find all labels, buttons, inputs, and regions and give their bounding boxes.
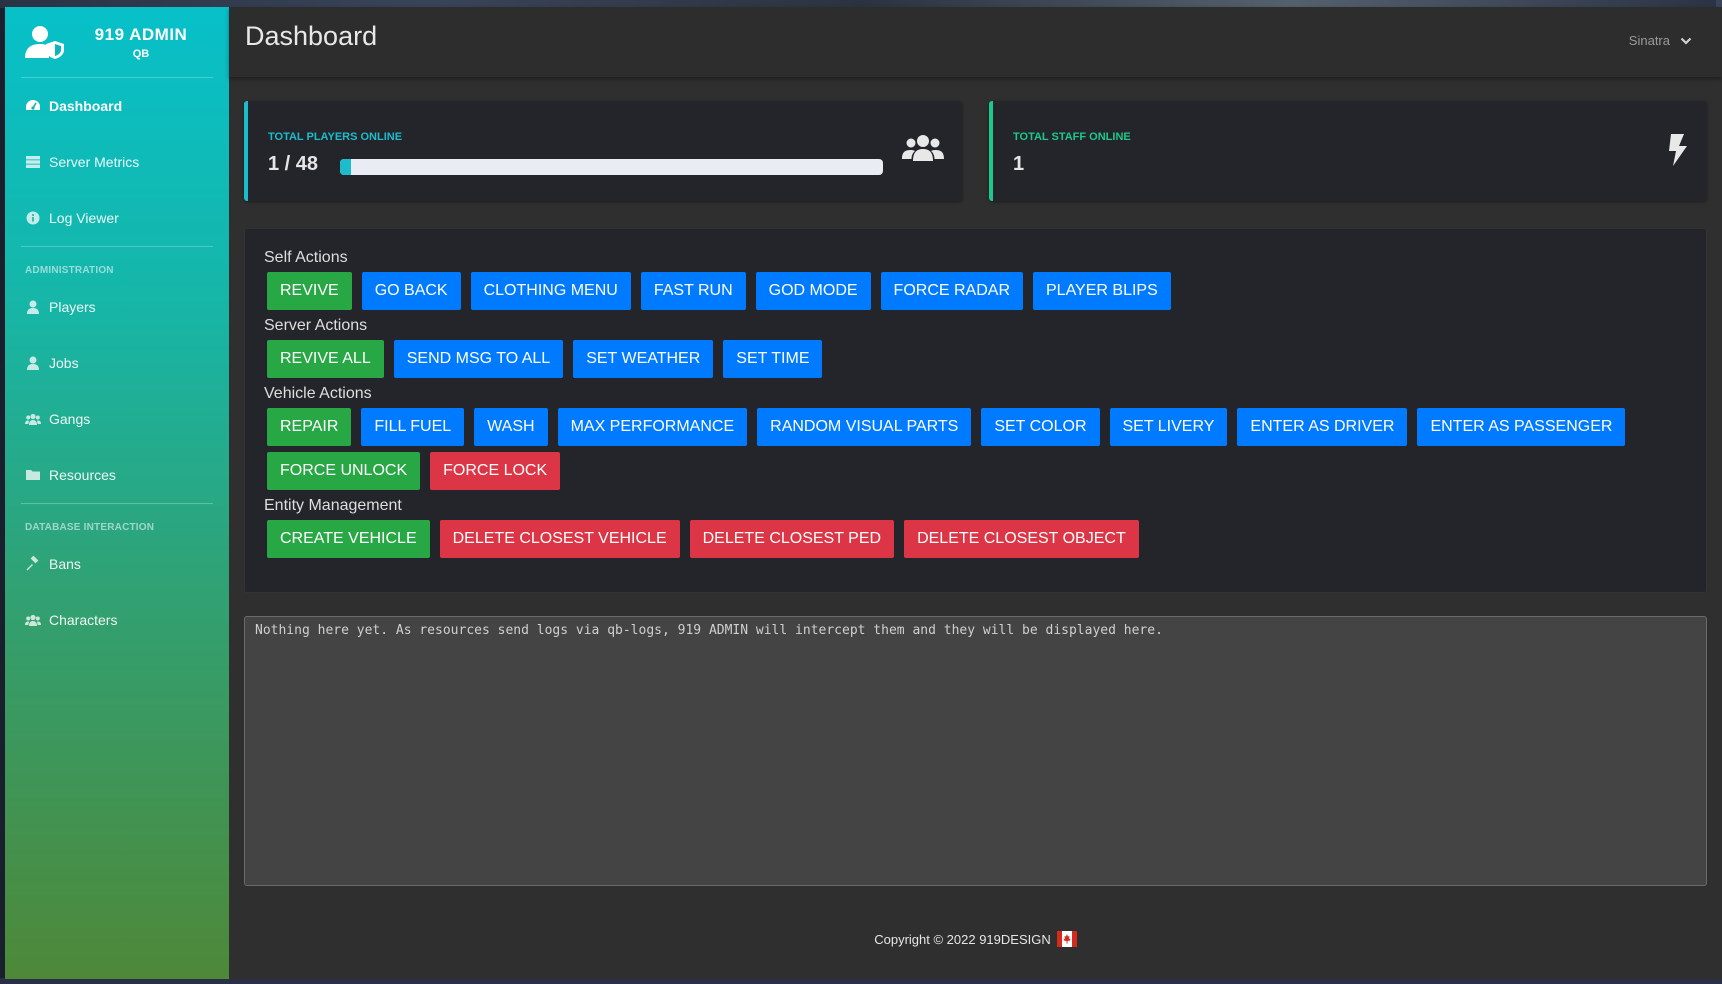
brand[interactable]: 919 ADMIN QB <box>21 7 213 78</box>
sidebar-item-server-metrics[interactable]: Server Metrics <box>21 134 213 190</box>
staff-online-card: TOTAL STAFF ONLINE 1 <box>989 101 1707 201</box>
max-performance-button[interactable]: MAX PERFORMANCE <box>557 408 748 446</box>
sidebar-item-characters[interactable]: Characters <box>21 592 213 648</box>
sidebar-item-bans[interactable]: Bans <box>21 536 213 592</box>
server-actions-title: Server Actions <box>264 317 368 334</box>
users-icon <box>902 135 944 161</box>
random-visual-parts-button[interactable]: RANDOM VISUAL PARTS <box>757 408 972 446</box>
sidebar-item-label: Jobs <box>49 355 79 371</box>
force-lock-button[interactable]: FORCE LOCK <box>430 452 561 490</box>
server-actions-row: REVIVE ALL SEND MSG TO ALL SET WEATHER S… <box>267 340 832 378</box>
player-blips-button[interactable]: PLAYER BLIPS <box>1033 272 1171 310</box>
log-output[interactable]: Nothing here yet. As resources send logs… <box>244 616 1707 886</box>
delete-closest-object-button[interactable]: DELETE CLOSEST OBJECT <box>904 520 1139 558</box>
bolt-icon <box>1669 134 1687 166</box>
sidebar-item-label: Server Metrics <box>49 154 140 170</box>
enter-as-passenger-button[interactable]: ENTER AS PASSENGER <box>1417 408 1626 446</box>
sidebar-item-gangs[interactable]: Gangs <box>21 391 213 447</box>
sidebar-item-label: Dashboard <box>49 98 123 114</box>
self-actions-row: REVIVE GO BACK CLOTHING MENU FAST RUN GO… <box>267 272 1181 310</box>
players-progress <box>340 159 883 175</box>
revive-all-button[interactable]: REVIVE ALL <box>267 340 384 378</box>
sidebar-item-label: Characters <box>49 612 118 628</box>
entity-management-row: CREATE VEHICLE DELETE CLOSEST VEHICLE DE… <box>267 520 1149 558</box>
enter-as-driver-button[interactable]: ENTER AS DRIVER <box>1237 408 1408 446</box>
footer: Copyright © 2022 919DESIGN <box>244 931 1707 947</box>
users-icon <box>25 411 41 427</box>
players-online-card: TOTAL PLAYERS ONLINE 1 / 48 <box>244 101 962 201</box>
players-online-label: TOTAL PLAYERS ONLINE <box>268 131 403 143</box>
set-color-button[interactable]: SET COLOR <box>981 408 1100 446</box>
fast-run-button[interactable]: FAST RUN <box>640 272 746 310</box>
set-time-button[interactable]: SET TIME <box>723 340 823 378</box>
players-progress-bar <box>340 159 351 175</box>
sidebar: 919 ADMIN QB Dashboard Server Metrics Lo… <box>5 7 229 979</box>
sidebar-item-label: Players <box>49 299 96 315</box>
send-msg-to-all-button[interactable]: SEND MSG TO ALL <box>393 340 564 378</box>
set-livery-button[interactable]: SET LIVERY <box>1109 408 1228 446</box>
self-actions-title: Self Actions <box>264 249 348 266</box>
clothing-menu-button[interactable]: CLOTHING MENU <box>470 272 631 310</box>
user-name: Sinatra <box>1628 33 1670 48</box>
sidebar-heading-database: DATABASE INTERACTION <box>25 522 155 533</box>
admin-app: 919 ADMIN QB Dashboard Server Metrics Lo… <box>5 7 1722 979</box>
gavel-icon <box>25 556 41 572</box>
force-radar-button[interactable]: FORCE RADAR <box>880 272 1023 310</box>
info-circle-icon <box>25 210 41 226</box>
staff-online-value: 1 <box>1013 153 1025 175</box>
sidebar-heading-administration: ADMINISTRATION <box>25 265 114 276</box>
repair-button[interactable]: REPAIR <box>267 408 352 446</box>
folder-icon <box>25 467 41 483</box>
revive-button[interactable]: REVIVE <box>267 272 352 310</box>
user-dropdown[interactable]: Sinatra <box>1629 33 1692 48</box>
copyright-text: Copyright © 2022 919DESIGN <box>874 931 1051 947</box>
sidebar-item-players[interactable]: Players <box>21 279 213 335</box>
user-icon <box>25 299 41 315</box>
tachometer-icon <box>25 98 41 114</box>
topbar: Dashboard Sinatra <box>229 7 1722 77</box>
vehicle-actions-row-2: FORCE UNLOCK FORCE LOCK <box>267 452 570 490</box>
vehicle-actions-row: REPAIR FILL FUEL WASH MAX PERFORMANCE RA… <box>267 408 1635 446</box>
log-placeholder-text: Nothing here yet. As resources send logs… <box>255 623 1163 638</box>
brand-title: 919 ADMIN <box>94 24 188 44</box>
chevron-down-icon <box>1680 37 1692 45</box>
set-weather-button[interactable]: SET WEATHER <box>573 340 714 378</box>
brand-subtitle: QB <box>132 47 150 60</box>
fill-fuel-button[interactable]: FILL FUEL <box>361 408 465 446</box>
sidebar-item-label: Resources <box>49 467 116 483</box>
sidebar-item-label: Gangs <box>49 411 91 427</box>
server-icon <box>25 154 41 170</box>
page-title: Dashboard <box>245 21 378 51</box>
canada-flag-icon <box>1056 931 1077 947</box>
god-mode-button[interactable]: GOD MODE <box>755 272 871 310</box>
wash-button[interactable]: WASH <box>474 408 548 446</box>
staff-online-label: TOTAL STAFF ONLINE <box>1013 131 1131 143</box>
sidebar-item-dashboard[interactable]: Dashboard <box>21 78 213 134</box>
sidebar-item-resources[interactable]: Resources <box>21 447 213 503</box>
sidebar-item-label: Bans <box>49 556 81 572</box>
actions-panel: Self Actions REVIVE GO BACK CLOTHING MEN… <box>244 228 1707 593</box>
go-back-button[interactable]: GO BACK <box>361 272 461 310</box>
admin-user-shield-icon <box>25 26 64 59</box>
force-unlock-button[interactable]: FORCE UNLOCK <box>267 452 421 490</box>
user-icon <box>25 355 41 371</box>
users-icon <box>25 612 41 628</box>
delete-closest-ped-button[interactable]: DELETE CLOSEST PED <box>689 520 895 558</box>
sidebar-item-log-viewer[interactable]: Log Viewer <box>21 190 213 246</box>
sidebar-item-label: Log Viewer <box>49 210 119 226</box>
create-vehicle-button[interactable]: CREATE VEHICLE <box>267 520 430 558</box>
vehicle-actions-title: Vehicle Actions <box>264 385 372 402</box>
players-online-value: 1 / 48 <box>268 153 319 175</box>
delete-closest-vehicle-button[interactable]: DELETE CLOSEST VEHICLE <box>439 520 680 558</box>
sidebar-item-jobs[interactable]: Jobs <box>21 335 213 391</box>
entity-management-title: Entity Management <box>264 497 402 514</box>
